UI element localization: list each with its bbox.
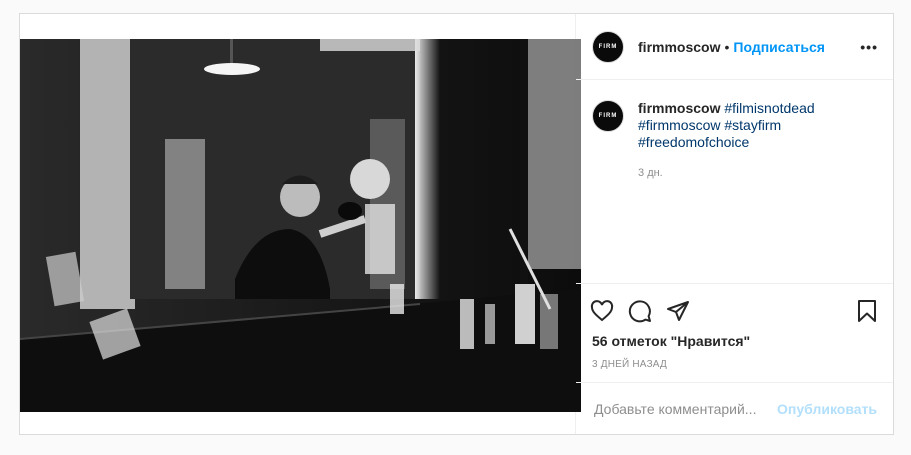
caption-body: firmmoscow #filmisnotdead #firmmoscow #s… [638,100,818,182]
avatar-logo-text: FIRM [598,43,618,50]
header-separator: • [724,38,730,55]
hashtag-link[interactable]: #freedomofchoice [638,134,749,150]
hashtag-link[interactable]: #firmmoscow [638,117,720,133]
comments-section: FIRM firmmoscow #filmisnotdead #firmmosc… [576,80,893,283]
share-icon[interactable] [666,299,690,323]
follow-button[interactable]: Подписаться [733,39,825,55]
heart-icon[interactable] [590,299,614,323]
caption-avatar-logo-text: FIRM [598,113,618,119]
avatar[interactable]: FIRM [592,30,625,63]
bookmark-icon[interactable] [855,299,879,323]
more-options-icon[interactable]: ••• [860,39,878,55]
caption-timestamp[interactable]: 3 дн. [638,165,818,182]
hashtag-link[interactable]: #stayfirm [724,117,781,133]
instagram-post: FIRM firmmoscow • Подписаться ••• FIRM f… [19,13,894,435]
publish-button[interactable]: Опубликовать [777,401,877,417]
header-username[interactable]: firmmoscow [638,39,720,55]
likes-count[interactable]: 56 отметок "Нравится" [576,327,893,349]
caption: FIRM firmmoscow #filmisnotdead #firmmosc… [592,100,877,182]
caption-username[interactable]: firmmoscow [638,100,720,116]
comment-input[interactable] [592,399,778,418]
post-media [20,14,581,434]
post-header: FIRM firmmoscow • Подписаться ••• [576,14,893,80]
barbershop-photo [20,39,581,412]
add-comment-bar: Опубликовать [576,382,893,434]
post-date[interactable]: 3 ДНЕЙ НАЗАД [576,349,893,370]
post-sidebar: FIRM firmmoscow • Подписаться ••• FIRM f… [576,14,893,434]
post-photo[interactable] [20,39,581,412]
hashtag-link[interactable]: #filmisnotdead [724,100,814,116]
action-bar [576,283,893,327]
comment-icon[interactable] [628,299,652,323]
caption-avatar[interactable]: FIRM [592,100,625,132]
